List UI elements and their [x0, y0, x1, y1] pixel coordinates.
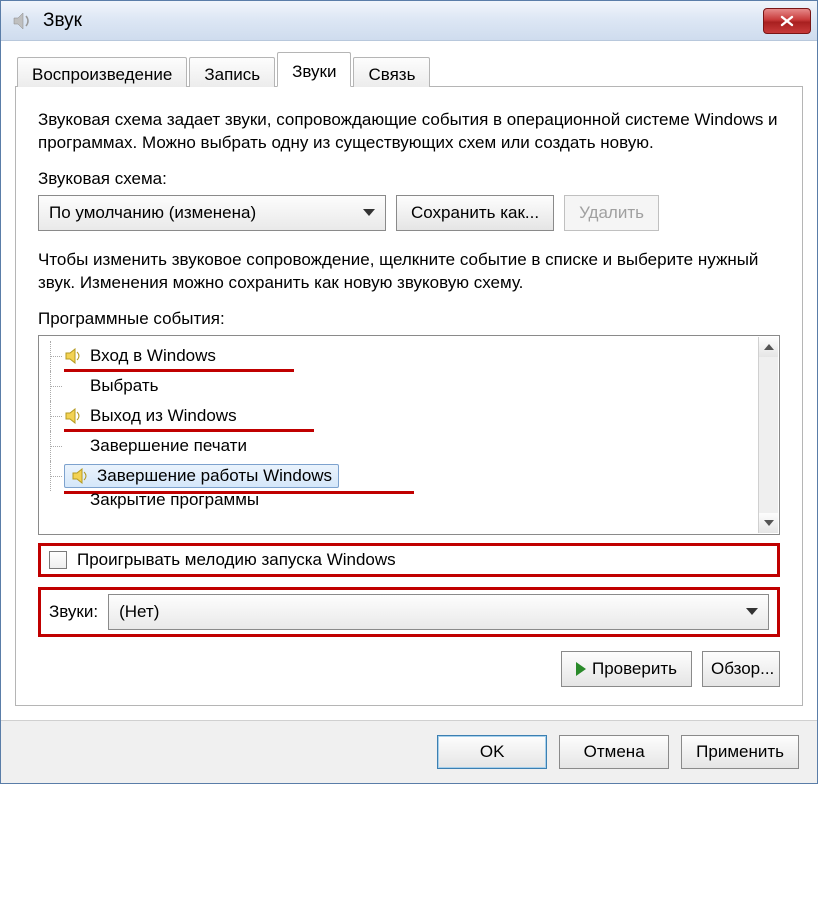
events-listbox[interactable]: Вход в Windows Выбрать Выход из Windows [38, 335, 780, 535]
list-item-label: Закрытие программы [90, 491, 259, 509]
browse-button[interactable]: Обзор... [702, 651, 780, 687]
tab-playback[interactable]: Воспроизведение [17, 57, 187, 87]
ok-button[interactable]: OK [437, 735, 547, 769]
scroll-track[interactable] [759, 357, 778, 513]
chevron-down-icon [363, 209, 375, 216]
play-startup-label: Проигрывать мелодию запуска Windows [77, 550, 396, 570]
sound-dialog: Звук Воспроизведение Запись Звуки Связь … [0, 0, 818, 784]
list-item[interactable]: Вход в Windows [64, 341, 757, 371]
list-item-label: Выход из Windows [90, 406, 237, 426]
scroll-down-button[interactable] [759, 513, 778, 533]
speaker-icon [64, 347, 84, 365]
list-item-label: Выбрать [90, 376, 158, 396]
save-as-button[interactable]: Сохранить как... [396, 195, 554, 231]
apply-button[interactable]: Применить [681, 735, 799, 769]
highlight-box-startup: Проигрывать мелодию запуска Windows [38, 543, 780, 577]
test-button-label: Проверить [592, 659, 677, 679]
speaker-icon [71, 467, 91, 485]
play-startup-checkbox[interactable] [49, 551, 67, 569]
blank-icon [64, 437, 84, 455]
delete-button: Удалить [564, 195, 659, 231]
list-item-label: Завершение работы Windows [97, 466, 332, 486]
sounds-label: Звуки: [49, 602, 98, 622]
list-item[interactable]: Выход из Windows [64, 401, 757, 431]
list-item[interactable]: Выбрать [64, 371, 757, 401]
blank-icon [64, 491, 84, 509]
list-item[interactable]: Завершение работы Windows [64, 461, 757, 491]
sounds-select[interactable]: (Нет) [108, 594, 769, 630]
sound-icon [11, 9, 35, 33]
close-button[interactable] [763, 8, 811, 34]
speaker-icon [64, 407, 84, 425]
scheme-select-value: По умолчанию (изменена) [49, 203, 256, 223]
blank-icon [64, 377, 84, 395]
scroll-up-button[interactable] [759, 337, 778, 357]
list-item-label: Завершение печати [90, 436, 247, 456]
list-item[interactable]: Завершение печати [64, 431, 757, 461]
scheme-description: Звуковая схема задает звуки, сопровождаю… [38, 109, 780, 155]
test-button[interactable]: Проверить [561, 651, 692, 687]
sounds-select-value: (Нет) [119, 602, 159, 622]
events-label: Программные события: [38, 309, 780, 329]
events-description: Чтобы изменить звуковое сопровождение, щ… [38, 249, 780, 295]
scrollbar[interactable] [758, 337, 778, 533]
tab-communications[interactable]: Связь [353, 57, 430, 87]
tab-sounds[interactable]: Звуки [277, 52, 351, 87]
browse-button-label: Обзор... [711, 659, 774, 679]
scheme-label: Звуковая схема: [38, 169, 780, 189]
highlight-box-sounds: Звуки: (Нет) [38, 587, 780, 637]
list-item-label: Вход в Windows [90, 346, 216, 366]
chevron-down-icon [746, 608, 758, 615]
dialog-footer: OK Отмена Применить [1, 720, 817, 783]
client-area: Воспроизведение Запись Звуки Связь Звуко… [1, 41, 817, 720]
window-title: Звук [43, 10, 763, 32]
cancel-button[interactable]: Отмена [559, 735, 669, 769]
scheme-select[interactable]: По умолчанию (изменена) [38, 195, 386, 231]
play-icon [576, 662, 586, 676]
tabstrip: Воспроизведение Запись Звуки Связь [15, 53, 803, 87]
tab-page-sounds: Звуковая схема задает звуки, сопровождаю… [15, 87, 803, 706]
tab-recording[interactable]: Запись [189, 57, 275, 87]
titlebar: Звук [1, 1, 817, 41]
list-item[interactable]: Закрытие программы [64, 491, 757, 509]
